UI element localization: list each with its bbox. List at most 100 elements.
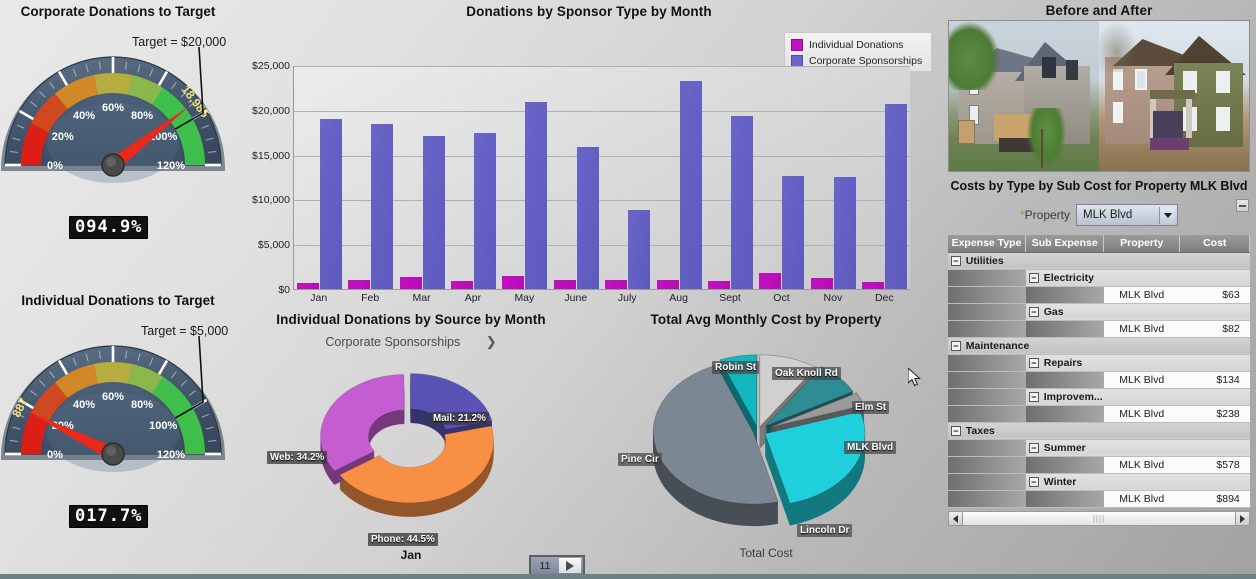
svg-text:40%: 40% xyxy=(73,399,95,411)
table-column-header[interactable]: Cost xyxy=(1179,235,1251,253)
chevron-right-icon[interactable]: ❯ xyxy=(486,334,497,349)
gauge-title: Corporate Donations to Target xyxy=(20,4,216,19)
table-row[interactable]: − Maintenance xyxy=(947,337,1250,355)
pie-slice-label-mlk-blvd: MLK Blvd xyxy=(844,441,897,454)
table-row[interactable]: MLK Blvd $238 xyxy=(947,405,1250,423)
table-header-row: Expense Type Sub Expense Property Cost xyxy=(947,235,1251,253)
gauge-graphic: 0%20%40%60%80%100%120%887 Target = $5,00… xyxy=(0,314,229,484)
bar[interactable] xyxy=(656,279,679,289)
bar[interactable] xyxy=(708,281,731,289)
bar[interactable] xyxy=(502,276,525,289)
table-column-header[interactable]: Property xyxy=(1103,235,1181,253)
bar[interactable] xyxy=(399,277,422,289)
bar[interactable] xyxy=(833,177,856,289)
bar[interactable] xyxy=(759,273,782,289)
table-row[interactable]: MLK Blvd $578 xyxy=(947,456,1250,474)
property-filter: *Property MLK Blvd xyxy=(942,204,1256,226)
table-cell-group: − Utilities xyxy=(947,252,1250,270)
collapse-icon[interactable]: − xyxy=(1028,272,1039,283)
month-pager[interactable]: 11 xyxy=(529,555,585,576)
bar[interactable] xyxy=(371,124,394,289)
table-row[interactable]: MLK Blvd $63 xyxy=(947,286,1250,304)
bar[interactable] xyxy=(450,281,473,289)
svg-text:120%: 120% xyxy=(157,449,185,461)
pie-graphic: Robin St Oak Knoll Rd Elm St MLK Blvd Li… xyxy=(590,331,942,546)
table-row[interactable]: − Improvem... xyxy=(947,388,1250,406)
table-row[interactable]: MLK Blvd $134 xyxy=(947,371,1250,389)
y-axis-tick: $20,000 xyxy=(252,104,290,117)
table-cell-cost: $82 xyxy=(1179,320,1250,338)
table-cell-indent xyxy=(947,439,1026,457)
bar[interactable] xyxy=(782,176,805,289)
bar[interactable] xyxy=(422,135,445,289)
table-row[interactable]: − Repairs xyxy=(947,354,1250,372)
table-row[interactable]: − Electricity xyxy=(947,269,1250,287)
donut-slice-label: Phone: 44.5% xyxy=(368,533,438,546)
table-cell-indent xyxy=(947,320,1026,338)
table-cell-subgroup: − Electricity xyxy=(1025,269,1250,287)
bar-group xyxy=(605,210,651,289)
horizontal-scrollbar[interactable]: |||| xyxy=(948,511,1250,526)
gauge-target-label: Target = $5,000 xyxy=(141,324,229,338)
bar[interactable] xyxy=(348,280,371,289)
bar[interactable] xyxy=(525,101,548,289)
table-row[interactable]: − Winter xyxy=(947,473,1250,491)
bar[interactable] xyxy=(553,279,576,289)
pie-svg xyxy=(652,354,866,527)
table-cell-indent xyxy=(947,286,1026,304)
collapse-icon[interactable]: − xyxy=(1028,476,1039,487)
bar[interactable] xyxy=(296,283,319,289)
chevron-down-icon[interactable] xyxy=(1159,207,1176,224)
table-cell-indent xyxy=(947,354,1026,372)
svg-text:80%: 80% xyxy=(131,110,153,122)
scrollbar-thumb[interactable]: |||| xyxy=(963,512,1235,525)
bar-group xyxy=(296,118,342,289)
before-after-images xyxy=(948,20,1250,172)
legend-item: Individual Donations xyxy=(791,37,925,53)
bar[interactable] xyxy=(679,81,702,289)
minimize-icon[interactable] xyxy=(1236,199,1249,212)
gauge-corporate-donations: Corporate Donations to Target 0% 20% 40% 60… xyxy=(0,4,236,239)
bar-group xyxy=(399,135,445,289)
table-row[interactable]: − Gas xyxy=(947,303,1250,321)
bar-group xyxy=(810,177,856,289)
table-row[interactable]: MLK Blvd $894 xyxy=(947,490,1250,508)
bar[interactable] xyxy=(885,103,908,289)
collapse-icon[interactable]: − xyxy=(950,255,961,266)
collapse-icon[interactable]: − xyxy=(1028,391,1039,402)
bar[interactable] xyxy=(576,146,599,289)
legend-label: Individual Donations xyxy=(809,39,904,51)
collapse-icon[interactable]: − xyxy=(950,425,961,436)
gauge-dial: 0%20%40%60%80%100%120%887 xyxy=(1,335,225,472)
bar[interactable] xyxy=(810,278,833,289)
table-cell-indent xyxy=(1025,286,1104,304)
table-row[interactable]: − Summer xyxy=(947,439,1250,457)
gauge-dial: 0%20%40%60%80%100%120%18,985 xyxy=(1,46,225,183)
bar[interactable] xyxy=(319,118,342,289)
table-cell-indent xyxy=(947,269,1026,287)
collapse-icon[interactable]: − xyxy=(1028,357,1039,368)
bar[interactable] xyxy=(862,282,885,289)
bar[interactable] xyxy=(473,133,496,289)
pie-slice-label-elm-st: Elm St xyxy=(852,401,890,414)
play-icon[interactable] xyxy=(559,558,581,573)
arrow-right-icon[interactable] xyxy=(1235,512,1249,525)
table-column-header[interactable]: Expense Type xyxy=(947,235,1027,253)
bar[interactable] xyxy=(731,116,754,289)
table-column-header[interactable]: Sub Expense xyxy=(1025,235,1105,253)
table-cell-cost: $134 xyxy=(1179,371,1250,389)
table-cell-indent xyxy=(947,456,1026,474)
property-dropdown[interactable]: MLK Blvd xyxy=(1076,204,1179,226)
table-cell-label: Winter xyxy=(1043,475,1077,488)
arrow-left-icon[interactable] xyxy=(949,512,963,525)
collapse-icon[interactable]: − xyxy=(1028,442,1039,453)
donut-chart-subtitle[interactable]: Corporate Sponsorships ❯ xyxy=(236,334,586,350)
table-row[interactable]: MLK Blvd $82 xyxy=(947,320,1250,338)
bar[interactable] xyxy=(605,280,628,289)
collapse-icon[interactable]: − xyxy=(950,340,961,351)
collapse-icon[interactable]: − xyxy=(1028,306,1039,317)
bar[interactable] xyxy=(628,210,651,289)
table-row[interactable]: − Utilities xyxy=(947,252,1250,270)
table-row[interactable]: − Taxes xyxy=(947,422,1250,440)
x-axis-tick: Sept xyxy=(719,292,741,304)
